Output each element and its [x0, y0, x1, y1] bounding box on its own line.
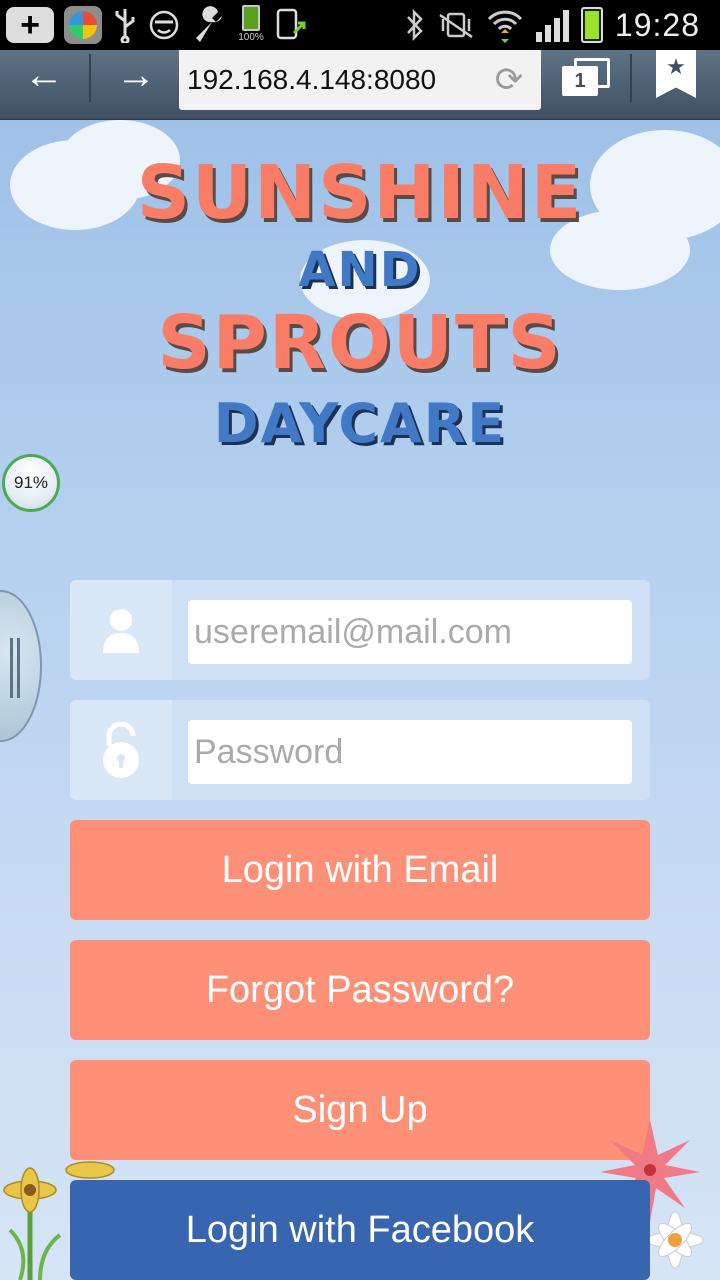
- signal-strength-icon: [535, 8, 569, 42]
- bluetooth-icon: [404, 8, 426, 42]
- daycare-logo: SUNSHINE AND SPROUTS DAYCARE: [0, 140, 720, 455]
- web-page: SUNSHINE AND SPROUTS DAYCARE 91% userema…: [0, 120, 720, 1280]
- reload-icon[interactable]: ⟳: [491, 62, 527, 98]
- battery-small-label: 100%: [238, 32, 264, 43]
- bookmark-star-icon: ★: [656, 50, 696, 98]
- logo-line-daycare: DAYCARE: [213, 392, 507, 455]
- add-icon: +: [6, 7, 54, 43]
- user-icon: [103, 609, 139, 653]
- password-field-row: [70, 700, 650, 800]
- password-input[interactable]: [188, 720, 632, 784]
- tab-count: 1: [562, 66, 598, 96]
- browser-toolbar: ← → 192.168.4.148:8080 ⟳ 1 ★: [0, 50, 720, 120]
- email-field-icon-cell: [70, 580, 172, 680]
- bookmark-button[interactable]: ★: [656, 50, 696, 98]
- side-panel-handle[interactable]: [0, 590, 42, 742]
- toolbar-divider: [89, 54, 91, 102]
- logo-line-sprouts: SPROUTS: [157, 300, 563, 386]
- logo-line-and: AND: [298, 242, 422, 298]
- forward-button[interactable]: →: [92, 50, 180, 100]
- screen-rotate-icon: [274, 7, 310, 43]
- password-field-icon-cell: [70, 700, 172, 800]
- facebook-login-button[interactable]: Login with Facebook: [70, 1180, 650, 1280]
- face-icon: [148, 9, 180, 41]
- back-arrow-icon: ←: [24, 52, 64, 97]
- toolbar-divider: [630, 54, 632, 102]
- wifi-icon: [486, 7, 524, 43]
- forward-arrow-icon: →: [116, 52, 156, 97]
- status-bar: + 100% 19:28: [0, 0, 720, 50]
- clock: 19:28: [614, 6, 700, 43]
- wrench-icon: [190, 6, 228, 44]
- url-text[interactable]: 192.168.4.148:8080: [187, 64, 436, 96]
- sign-up-button[interactable]: Sign Up: [70, 1060, 650, 1160]
- tabs-button[interactable]: 1: [560, 58, 612, 100]
- address-bar[interactable]: 192.168.4.148:8080 ⟳: [179, 50, 541, 110]
- unlock-icon: [103, 722, 139, 778]
- email-field-row: [70, 580, 650, 680]
- battery-full-icon: 100%: [238, 5, 264, 45]
- vibrate-icon: [438, 10, 474, 40]
- logo-line-sunshine: SUNSHINE: [136, 150, 584, 236]
- app-notification-icon: [64, 6, 102, 44]
- battery-icon: [580, 7, 603, 43]
- login-email-button[interactable]: Login with Email: [70, 820, 650, 920]
- usb-icon: [112, 7, 138, 43]
- floating-percent-badge[interactable]: 91%: [2, 454, 60, 512]
- forgot-password-button[interactable]: Forgot Password?: [70, 940, 650, 1040]
- email-input[interactable]: [188, 600, 632, 664]
- badge-percent-text: 91%: [13, 473, 49, 492]
- back-button[interactable]: ←: [0, 50, 88, 100]
